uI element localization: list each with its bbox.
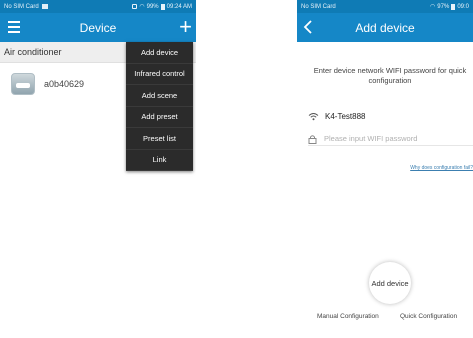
- battery-percent: 99%: [146, 3, 159, 10]
- status-right: ◠ 97% 09:0: [430, 3, 469, 10]
- wifi-icon: [308, 113, 319, 121]
- menu-item-add-preset[interactable]: Add preset: [126, 107, 193, 128]
- carrier-label: No SIM Card: [301, 3, 336, 10]
- app-bar: Add device: [297, 13, 473, 42]
- menu-item-add-device[interactable]: Add device: [126, 42, 193, 64]
- app-bar: Device +: [0, 13, 196, 42]
- instruction-text: Enter device network WIFI password for q…: [313, 66, 467, 85]
- wifi-network-row: K4-Test888: [308, 110, 473, 123]
- sim-icon: [41, 4, 48, 9]
- device-list-screen: No SIM Card ◠ 99% 09:24 AM Device + Air …: [0, 0, 196, 338]
- add-device-screen: No SIM Card ◠ 97% 09:0 Add device Enter …: [297, 0, 473, 338]
- wifi-ssid: K4-Test888: [325, 112, 366, 121]
- device-name: a0b40629: [44, 79, 85, 89]
- status-time: 09:0: [457, 3, 469, 10]
- battery-icon: [451, 3, 456, 10]
- status-right: ◠ 99% 09:24 AM: [132, 3, 192, 10]
- air-conditioner-icon: [11, 73, 35, 95]
- config-mode-tabs: Manual Configuration Quick Configuration: [297, 313, 473, 325]
- alarm-icon: [132, 4, 138, 9]
- menu-item-link[interactable]: Link: [126, 150, 193, 171]
- menu-item-preset-list[interactable]: Preset list: [126, 128, 193, 150]
- plus-icon[interactable]: +: [179, 16, 192, 38]
- tab-quick-configuration[interactable]: Quick Configuration: [400, 313, 457, 320]
- lock-icon: [308, 134, 317, 144]
- menu-item-add-scene[interactable]: Add scene: [126, 85, 193, 107]
- status-time: 09:24 AM: [166, 3, 192, 10]
- battery-icon: [160, 3, 165, 10]
- config-help-link[interactable]: Why does configuration fail?: [410, 165, 473, 171]
- page-title: Add device: [355, 20, 415, 35]
- wifi-password-input[interactable]: [324, 134, 464, 143]
- wifi-status-icon: ◠: [139, 4, 145, 10]
- status-bar: No SIM Card ◠ 97% 09:0: [297, 0, 473, 13]
- menu-item-infrared-control[interactable]: Infrared control: [126, 64, 193, 85]
- page-title: Device: [79, 20, 117, 35]
- add-device-button[interactable]: Add device: [369, 262, 411, 304]
- status-bar: No SIM Card ◠ 99% 09:24 AM: [0, 0, 196, 13]
- carrier-label: No SIM Card: [4, 3, 39, 10]
- password-row: [308, 132, 473, 146]
- wifi-status-icon: ◠: [430, 4, 436, 10]
- battery-percent: 97%: [437, 3, 450, 10]
- add-dropdown-menu: Add device Infrared control Add scene Ad…: [126, 42, 193, 171]
- tab-manual-configuration[interactable]: Manual Configuration: [317, 313, 379, 320]
